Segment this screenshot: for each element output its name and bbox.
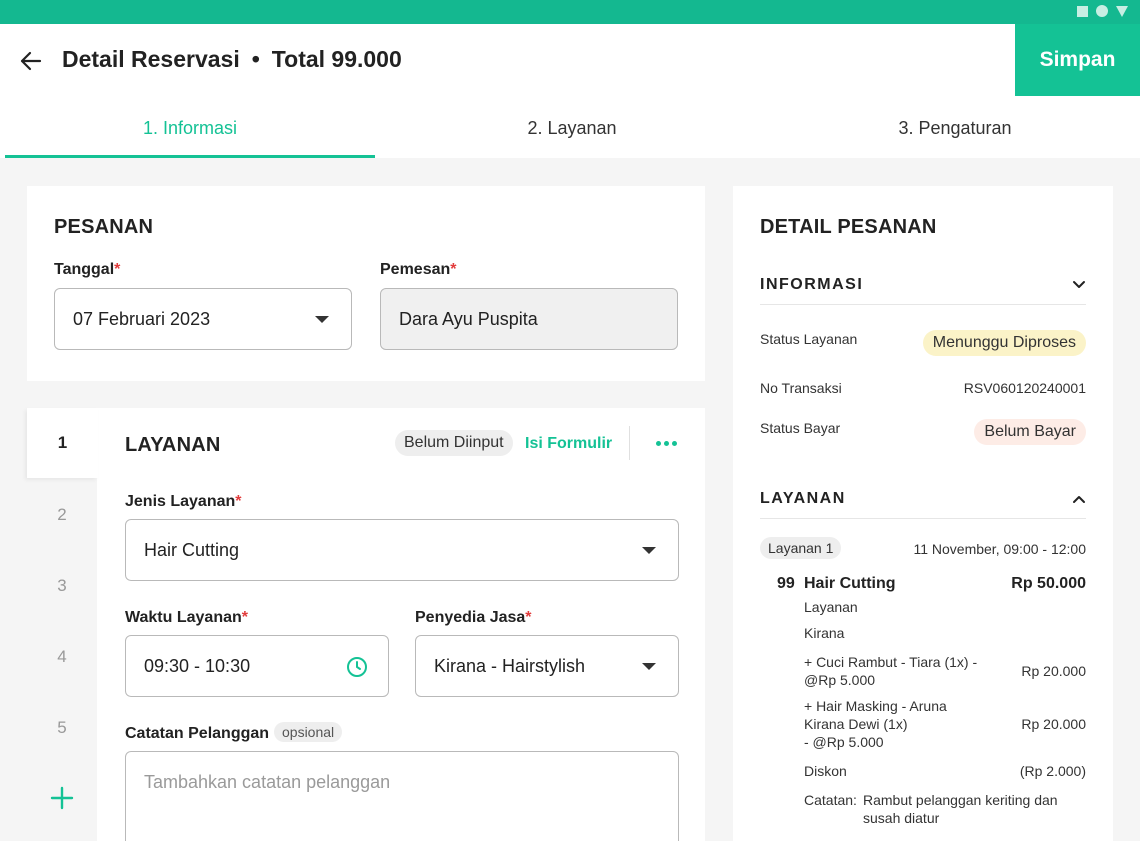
layanan-price: Rp 50.000 bbox=[1011, 575, 1086, 592]
pemesan-field: Dara Ayu Puspita bbox=[380, 288, 678, 350]
catatan-label: Catatan: bbox=[804, 792, 857, 808]
addon-1-desc: + Cuci Rambut - Tiara (1x) - @Rp 5.000 bbox=[804, 653, 977, 689]
tanggal-value: 07 Februari 2023 bbox=[73, 308, 211, 329]
required-mark: * bbox=[241, 609, 248, 626]
system-status-bar bbox=[0, 0, 1140, 24]
addon-2-desc: + Hair Masking - Aruna Kirana Dewi (1x) … bbox=[804, 697, 947, 751]
save-button[interactable]: Simpan bbox=[1015, 24, 1140, 96]
required-mark: * bbox=[235, 493, 242, 510]
chevron-down-icon bbox=[315, 316, 329, 323]
informasi-section-title: INFORMASI bbox=[760, 275, 864, 293]
status-bayar-badge: Belum Bayar bbox=[974, 419, 1086, 445]
required-mark: * bbox=[450, 261, 457, 278]
title-separator: • bbox=[251, 46, 260, 72]
layanan-step-5[interactable]: 5 bbox=[27, 693, 97, 763]
tanggal-label: Tanggal* bbox=[54, 261, 120, 279]
diskon-label: Diskon bbox=[804, 763, 847, 779]
addon-2-line-1: + Hair Masking - Aruna bbox=[804, 698, 947, 714]
required-mark: * bbox=[525, 609, 532, 626]
catatan-line-2: susah diatur bbox=[863, 810, 940, 826]
detail-pesanan-heading: DETAIL PESANAN bbox=[760, 216, 937, 238]
pemesan-label: Pemesan* bbox=[380, 261, 457, 279]
tab-layanan[interactable]: 2. Layanan bbox=[387, 96, 757, 158]
addon-2-line-2: Kirana Dewi (1x) bbox=[804, 716, 908, 732]
tab-informasi[interactable]: 1. Informasi bbox=[5, 96, 375, 158]
layanan-section-toggle[interactable]: LAYANAN bbox=[760, 479, 1086, 519]
layanan-section-title: LAYANAN bbox=[760, 489, 846, 507]
layanan-qty: 99 bbox=[777, 575, 795, 592]
layanan-step-1[interactable]: 1 bbox=[27, 408, 98, 478]
layanan-type: Layanan bbox=[804, 599, 858, 615]
layanan-step-3[interactable]: 3 bbox=[27, 551, 97, 621]
step-tabs: 1. Informasi 2. Layanan 3. Pengaturan bbox=[0, 96, 1140, 158]
app-header: Detail Reservasi • Total 99.000 Simpan bbox=[0, 24, 1140, 96]
no-transaksi-value: RSV060120240001 bbox=[963, 380, 1086, 396]
page-title-text: Detail Reservasi bbox=[62, 46, 240, 72]
catatan-pelanggan-label: Catatan Pelanggan bbox=[125, 725, 270, 742]
layanan-step-4[interactable]: 4 bbox=[27, 622, 97, 692]
waktu-layanan-input[interactable]: 09:30 - 10:30 bbox=[125, 635, 389, 697]
isi-formulir-link[interactable]: Isi Formulir bbox=[525, 435, 612, 453]
pemesan-label-text: Pemesan bbox=[380, 261, 451, 278]
chevron-down-icon bbox=[642, 663, 656, 670]
layanan-form-card: 1 2 3 4 5 LAYANAN Belum Diinput Isi Form… bbox=[27, 408, 705, 841]
back-triangle-icon bbox=[1116, 5, 1128, 17]
addon-1-line-2: @Rp 5.000 bbox=[804, 672, 876, 688]
penyedia-jasa-label-text: Penyedia Jasa bbox=[415, 609, 526, 626]
layanan-step-list: 1 2 3 4 5 bbox=[27, 408, 98, 841]
waktu-layanan-label-text: Waktu Layanan bbox=[125, 609, 242, 626]
required-mark: * bbox=[114, 261, 121, 278]
jenis-layanan-dropdown[interactable]: Hair Cutting bbox=[125, 519, 679, 581]
tanggal-label-text: Tanggal bbox=[54, 261, 115, 278]
status-badge: Belum Diinput bbox=[395, 430, 513, 456]
pesanan-card: PESANAN Tanggal* 07 Februari 2023 Pemesa… bbox=[27, 186, 705, 381]
optional-badge: opsional bbox=[274, 722, 343, 742]
diskon-value: (Rp 2.000) bbox=[1019, 763, 1086, 779]
catatan-line-1: Rambut pelanggan keriting dan bbox=[863, 792, 1058, 808]
back-arrow-icon[interactable] bbox=[18, 48, 44, 74]
addon-2-line-3: - @Rp 5.000 bbox=[804, 734, 884, 750]
jenis-layanan-value: Hair Cutting bbox=[144, 539, 240, 560]
jenis-layanan-label-text: Jenis Layanan bbox=[125, 493, 236, 510]
total-amount: Total 99.000 bbox=[271, 46, 402, 72]
waktu-layanan-value: 09:30 - 10:30 bbox=[144, 655, 251, 676]
penyedia-jasa-value: Kirana - Hairstylish bbox=[434, 655, 586, 676]
pesanan-heading: PESANAN bbox=[54, 216, 154, 238]
tab-pengaturan[interactable]: 3. Pengaturan bbox=[770, 96, 1140, 158]
chevron-down-icon bbox=[642, 547, 656, 554]
tanggal-dropdown[interactable]: 07 Februari 2023 bbox=[54, 288, 352, 350]
more-options-icon[interactable] bbox=[656, 441, 677, 446]
status-icons bbox=[1077, 5, 1128, 17]
addon-1-line-1: + Cuci Rambut - Tiara (1x) - bbox=[804, 654, 978, 670]
status-layanan-label: Status Layanan bbox=[760, 331, 858, 347]
waktu-layanan-label: Waktu Layanan* bbox=[125, 609, 248, 627]
add-layanan-icon[interactable] bbox=[50, 786, 74, 810]
penyedia-jasa-dropdown[interactable]: Kirana - Hairstylish bbox=[415, 635, 679, 697]
addon-2-price: Rp 20.000 bbox=[1021, 716, 1086, 732]
layanan-name: Hair Cutting bbox=[804, 575, 896, 592]
header-divider bbox=[629, 426, 630, 460]
jenis-layanan-label: Jenis Layanan* bbox=[125, 493, 242, 511]
layanan-item-time: 11 November, 09:00 - 12:00 bbox=[913, 541, 1086, 557]
informasi-section-toggle[interactable]: INFORMASI bbox=[760, 265, 1086, 305]
catatan-pelanggan-input[interactable]: Tambahkan catatan pelanggan bbox=[125, 751, 679, 841]
layanan-heading: LAYANAN bbox=[125, 434, 221, 456]
pemesan-value: Dara Ayu Puspita bbox=[399, 308, 538, 329]
status-bayar-label: Status Bayar bbox=[760, 420, 841, 436]
addon-1-price: Rp 20.000 bbox=[1021, 663, 1086, 679]
chevron-down-icon bbox=[1073, 280, 1085, 288]
catatan-text: Rambut pelanggan keriting dan susah diat… bbox=[863, 791, 1058, 827]
page-title: Detail Reservasi • Total 99.000 bbox=[62, 46, 402, 73]
layanan-item-chip: Layanan 1 bbox=[760, 537, 842, 559]
chevron-up-icon bbox=[1073, 495, 1085, 503]
status-layanan-badge: Menunggu Diproses bbox=[922, 330, 1086, 356]
penyedia-jasa-label: Penyedia Jasa* bbox=[415, 609, 532, 627]
recent-apps-icon bbox=[1077, 5, 1088, 17]
layanan-step-2[interactable]: 2 bbox=[27, 480, 97, 550]
home-icon bbox=[1096, 5, 1108, 17]
clock-icon bbox=[347, 657, 367, 677]
no-transaksi-label: No Transaksi bbox=[760, 380, 842, 396]
detail-pesanan-card: DETAIL PESANAN INFORMASI Status Layanan … bbox=[733, 186, 1113, 841]
layanan-provider: Kirana bbox=[804, 625, 845, 641]
